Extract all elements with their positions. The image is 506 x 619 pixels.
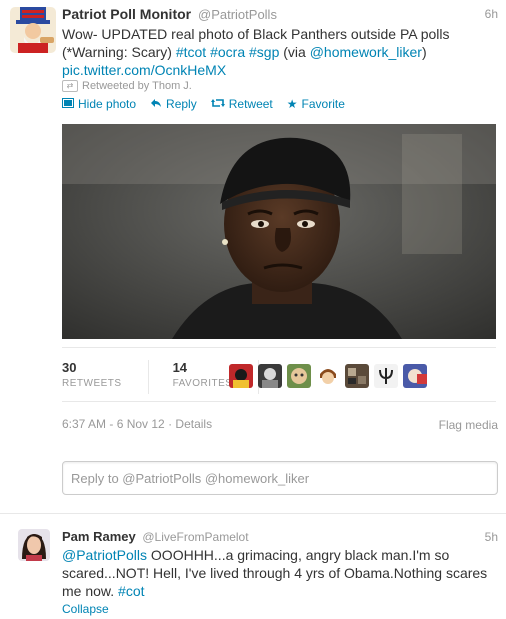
retweets-label: RETWEETS (62, 378, 122, 389)
retweeted-by-text[interactable]: Retweeted by Thom J. (82, 80, 192, 92)
retweeted-by: ⇄ Retweeted by Thom J. (62, 80, 192, 92)
hashtag-tcot[interactable]: #tcot (176, 44, 206, 60)
avatar[interactable] (287, 364, 311, 388)
divider-bottom (62, 401, 496, 402)
tweet-text-line2: (*Warning: Scary) (62, 44, 176, 60)
retweet-icon (210, 97, 225, 111)
author-line: Patriot Poll Monitor @PatriotPolls (62, 6, 277, 22)
author-fullname[interactable]: Patriot Poll Monitor (62, 6, 191, 22)
favorites-label: FAVORITES (172, 378, 233, 389)
reply-hashtag[interactable]: #cot (118, 583, 144, 599)
favorite-label: Favorite (301, 97, 345, 111)
reply-icon (150, 97, 162, 111)
avatar[interactable] (258, 364, 282, 388)
collapse-link[interactable]: Collapse (62, 602, 109, 616)
hide-photo-label: Hide photo (78, 97, 137, 111)
tweet-separator (0, 513, 506, 514)
avatar[interactable] (229, 364, 253, 388)
retweet-button[interactable]: Retweet (210, 97, 273, 111)
hide-photo-button[interactable]: Hide photo (62, 97, 136, 111)
retweets-stat[interactable]: 30 RETWEETS (62, 360, 148, 389)
favoriter-avatars (229, 364, 427, 388)
tweet-timestamp[interactable]: 6:37 AM - 6 Nov 12 (62, 417, 165, 431)
tweet-time[interactable]: 6h (485, 7, 498, 21)
avatar[interactable] (10, 7, 56, 53)
retweet-label: Retweet (228, 97, 273, 111)
tweet-text: Wow- UPDATED real photo of Black Panther… (62, 25, 492, 79)
avatar[interactable] (345, 364, 369, 388)
flag-media-link[interactable]: Flag media (439, 418, 498, 432)
reply-author-handle[interactable]: @LiveFromPamelot (142, 530, 248, 544)
author-handle[interactable]: @PatriotPolls (198, 7, 277, 22)
reply-button[interactable]: Reply (150, 97, 197, 111)
hashtag-sgp[interactable]: #sgp (249, 44, 279, 60)
reply-input[interactable]: Reply to @PatriotPolls @homework_liker (62, 461, 498, 495)
via-user-link[interactable]: @homework_liker (310, 44, 422, 60)
reply-mention-link[interactable]: @PatriotPolls (62, 547, 147, 563)
reply-tweet-text: @PatriotPolls OOOHHH...a grimacing, angr… (62, 546, 498, 600)
details-link[interactable]: Details (175, 417, 212, 431)
favorites-count: 14 (172, 360, 188, 375)
retweet-indicator-icon: ⇄ (62, 80, 78, 92)
avatar[interactable] (316, 364, 340, 388)
divider-top (62, 347, 496, 348)
pic-link[interactable]: pic.twitter.com/OcnkHeMX (62, 62, 226, 78)
favorite-button[interactable]: ★ Favorite (287, 97, 345, 111)
star-icon: ★ (286, 97, 298, 111)
avatar[interactable] (18, 529, 50, 561)
tweet-meta: 6:37 AM - 6 Nov 12 · Details (62, 417, 212, 431)
avatar[interactable] (374, 364, 398, 388)
hashtag-ocra[interactable]: #ocra (210, 44, 245, 60)
reply-author-fullname[interactable]: Pam Ramey (62, 529, 136, 544)
reply-author-line: Pam Ramey @LiveFromPamelot (62, 529, 249, 544)
reply-time[interactable]: 5h (485, 530, 498, 544)
tweet-text-line1: Wow- UPDATED real photo of Black Panther… (62, 26, 450, 42)
via-prefix: (via (279, 44, 310, 60)
retweets-count: 30 (62, 360, 77, 375)
photo-icon (62, 97, 74, 111)
avatar[interactable] (403, 364, 427, 388)
reply-label: Reply (166, 97, 197, 111)
via-suffix: ) (421, 44, 427, 60)
tweet-photo[interactable] (62, 124, 496, 339)
tweet-actions: Hide photo Reply Retweet ★ Favorite (62, 97, 345, 111)
